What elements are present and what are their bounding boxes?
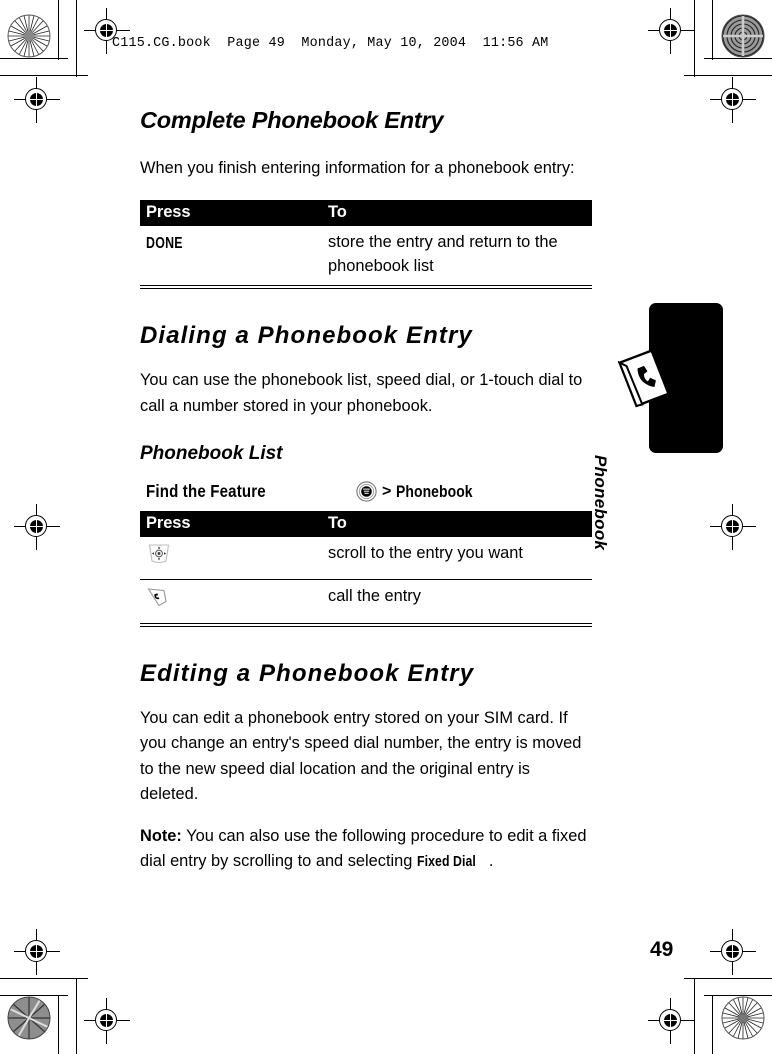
print-control-rosette [721, 14, 765, 58]
crop-line [0, 978, 88, 980]
crop-line [76, 0, 78, 77]
key-cell: DONE [140, 226, 322, 285]
crop-line [58, 995, 60, 1054]
registration-mark [710, 77, 756, 123]
column-header-press: Press [140, 511, 322, 538]
column-header-to: To [322, 511, 592, 538]
registration-mark [14, 77, 60, 123]
find-the-feature-block: Find the Feature > Phonebook [140, 475, 592, 511]
softkey-label-done: DONE [146, 235, 183, 253]
crop-line [712, 995, 714, 1054]
registration-mark [710, 504, 756, 550]
margin-tab-label: Phonebook [591, 455, 610, 551]
table-header-row: Press To [140, 511, 592, 538]
section-heading-editing-a-phonebook-entry: Editing a Phonebook Entry [140, 659, 475, 687]
paragraph-complete-phonebook-entry: When you finish entering information for… [140, 158, 575, 177]
print-control-rosette [721, 996, 765, 1040]
registration-mark [710, 929, 756, 975]
crop-line [704, 58, 772, 60]
registration-mark [14, 504, 60, 550]
menu-key-icon [356, 481, 377, 502]
crop-line [694, 978, 696, 1054]
key-cell [140, 580, 322, 623]
menu-item-fixed-dial: Fixed Dial [416, 853, 476, 871]
find-the-feature-path: > Phonebook [356, 481, 490, 502]
action-cell: store the entry and return to the phoneb… [328, 233, 558, 275]
find-the-feature-row: Find the Feature > Phonebook [140, 475, 592, 511]
column-header-to: To [322, 200, 592, 227]
table-bottom-rule [140, 284, 592, 289]
crop-line [694, 0, 696, 77]
crop-line [684, 978, 772, 980]
registration-mark [648, 998, 694, 1044]
address-book-icon [612, 345, 678, 411]
registration-mark [84, 998, 130, 1044]
note-text-after: . [488, 852, 494, 871]
crop-line [712, 0, 714, 60]
nav-key-icon [146, 543, 172, 565]
table-bottom-rule [140, 622, 592, 627]
note-lead-label: Note: [140, 826, 182, 845]
note-paragraph: Note: You can also use the following pro… [140, 824, 592, 875]
table-row: scroll to the entry you want [140, 537, 592, 581]
table-phonebook-list: Press To scroll to the entry you want ca… [140, 511, 592, 627]
menu-target-phonebook: Phonebook [396, 481, 473, 501]
table-complete-phonebook-entry: Press To DONE store the entry and return… [140, 200, 592, 289]
path-separator: > [382, 482, 392, 500]
action-cell: scroll to the entry you want [322, 537, 592, 581]
page-number: 49 [650, 938, 674, 961]
document-header-text: C115.CG.book Page 49 Monday, May 10, 200… [112, 36, 549, 51]
crop-line [58, 0, 60, 60]
note-text-before: You can also use the following procedure… [140, 826, 587, 871]
registration-mark [648, 8, 694, 54]
section-heading-complete-phonebook-entry: Complete Phonebook Entry [140, 107, 444, 133]
paragraph-dialing-a-phonebook-entry: You can use the phonebook list, speed di… [140, 371, 583, 415]
document-page: C115.CG.book Page 49 Monday, May 10, 200… [0, 0, 772, 1054]
column-header-press: Press [140, 200, 322, 227]
print-control-rosette [7, 996, 51, 1040]
table-header-row: Press To [140, 200, 592, 227]
paragraph-editing-a-phonebook-entry: You can edit a phonebook entry stored on… [140, 709, 582, 804]
send-key-icon [146, 586, 170, 608]
crop-line [76, 978, 78, 1054]
key-cell [140, 537, 322, 581]
table-row: DONE store the entry and return to the p… [140, 226, 592, 285]
find-the-feature-label: Find the Feature [146, 481, 266, 502]
registration-mark [14, 929, 60, 975]
table-row: call the entry [140, 580, 592, 623]
section-heading-dialing-a-phonebook-entry: Dialing a Phonebook Entry [140, 321, 473, 349]
subsection-heading-phonebook-list: Phonebook List [140, 443, 283, 465]
action-cell: call the entry [328, 587, 421, 606]
print-control-rosette [7, 14, 51, 58]
page-content: Complete Phonebook Entry When you finish… [140, 107, 592, 891]
